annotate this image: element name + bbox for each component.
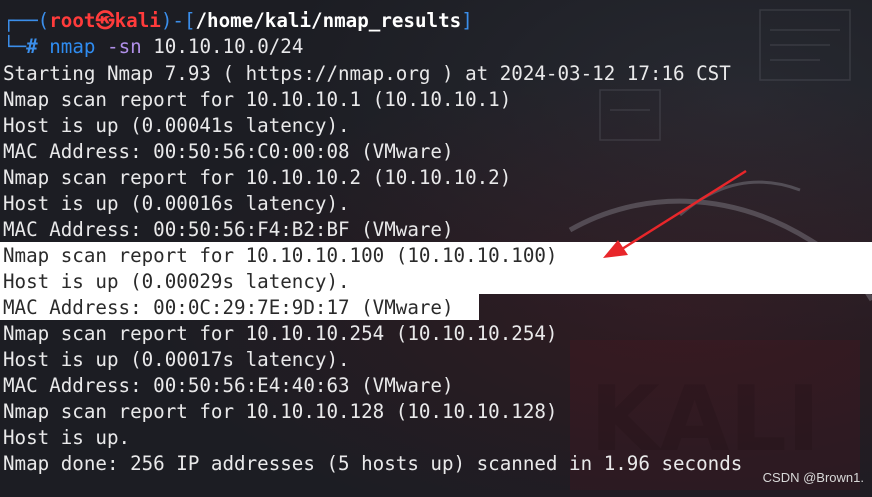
prompt-host: kali [114, 9, 161, 32]
command-target: 10.10.10.0/24 [153, 35, 304, 58]
output-line: Nmap done: 256 IP addresses (5 hosts up)… [3, 452, 743, 475]
output-line: MAC Address: 00:50:56:C0:00:08 (VMware) [3, 140, 454, 163]
prompt-path: /home/kali/nmap_results [195, 9, 462, 32]
output-line: Host is up (0.00041s latency). [3, 114, 350, 137]
prompt-hash: # [26, 35, 38, 58]
output-line: Starting Nmap 7.93 ( https://nmap.org ) … [3, 62, 731, 85]
terminal-window[interactable]: KALI ┌──(root㉿kali)-[/home/kali/nmap_res… [0, 0, 872, 497]
prompt-line-2: └─# nmap -sn 10.10.10.0/24 [3, 34, 303, 60]
output-line: Nmap scan report for 10.10.10.1 (10.10.1… [3, 88, 512, 111]
output-line: MAC Address: 00:50:56:E4:40:63 (VMware) [3, 374, 454, 397]
output-line: MAC Address: 00:50:56:F4:B2:BF (VMware) [3, 218, 454, 241]
prompt-user: root [49, 9, 96, 32]
watermark: CSDN @Brown1. [762, 470, 864, 485]
prompt-frame-mid: )-[ [160, 9, 196, 32]
command-option: -sn [107, 35, 142, 58]
output-line-highlighted: Host is up (0.00029s latency). [3, 270, 350, 293]
command-name: nmap [49, 35, 96, 58]
prompt-line-1: ┌──(root㉿kali)-[/home/kali/nmap_results] [3, 8, 473, 34]
output-line: Host is up (0.00017s latency). [3, 348, 350, 371]
output-line: Host is up. [3, 426, 131, 449]
prompt-at-symbol: ㉿ [95, 9, 115, 32]
output-line: Nmap scan report for 10.10.10.2 (10.10.1… [3, 166, 512, 189]
output-line: Nmap scan report for 10.10.10.128 (10.10… [3, 400, 558, 423]
prompt-frame-end: ] [461, 9, 473, 32]
prompt-frame-bottom: └─ [3, 35, 27, 58]
output-line-highlighted: MAC Address: 00:0C:29:7E:9D:17 (VMware) [3, 296, 454, 319]
output-line: Nmap scan report for 10.10.10.254 (10.10… [3, 322, 558, 345]
output-line-highlighted: Nmap scan report for 10.10.10.100 (10.10… [3, 244, 558, 267]
output-line: Host is up (0.00016s latency). [3, 192, 350, 215]
prompt-frame-top: ┌──( [3, 9, 50, 32]
